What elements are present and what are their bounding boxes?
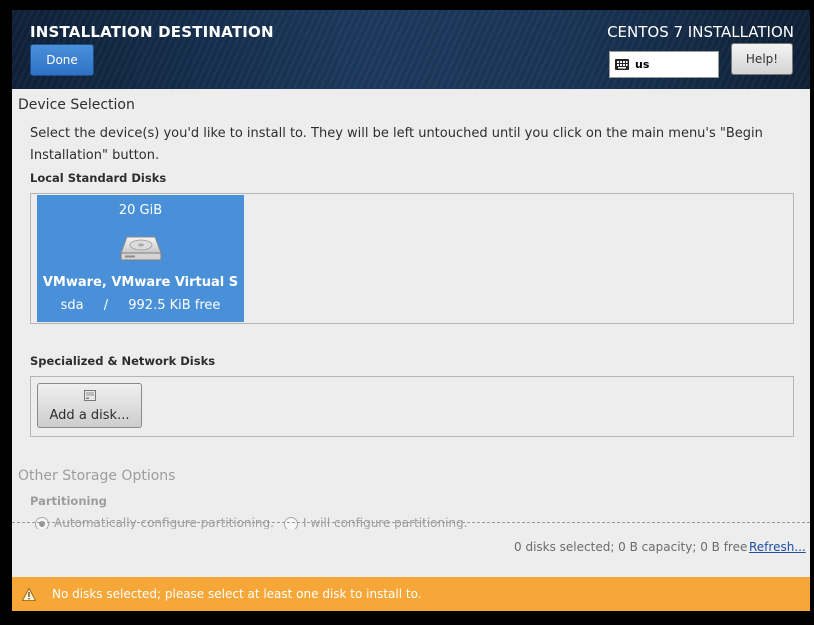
device-selection-title: Device Selection — [18, 97, 135, 113]
disk-free-space: 992.5 KiB free — [128, 298, 221, 313]
warning-text: No disks selected; please select at leas… — [52, 587, 422, 601]
selection-summary: 0 disks selected; 0 B capacity; 0 B free — [514, 540, 748, 554]
refresh-link[interactable]: Refresh... — [749, 540, 806, 554]
keyboard-layout-label: us — [635, 58, 650, 71]
warning-icon — [22, 587, 36, 601]
disk-name: VMware, VMware Virtual S — [42, 275, 239, 290]
done-button[interactable]: Done — [30, 44, 94, 76]
hard-disk-icon — [120, 236, 162, 261]
disk-device: sda — [60, 298, 84, 313]
auto-partition-radio[interactable] — [35, 517, 49, 529]
header-bar: INSTALLATION DESTINATION CENTOS 7 INSTAL… — [12, 10, 810, 89]
other-storage-title: Other Storage Options — [18, 468, 176, 484]
partitioning-label: Partitioning — [30, 494, 107, 508]
disk-info: sda / 992.5 KiB free — [37, 298, 244, 313]
keyboard-icon — [615, 59, 629, 70]
manual-partition-radio[interactable] — [284, 517, 298, 529]
keyboard-layout-indicator[interactable]: us — [609, 51, 719, 78]
local-disks-label: Local Standard Disks — [30, 171, 167, 185]
product-title: CENTOS 7 INSTALLATION — [607, 23, 794, 41]
network-disks-area: Add a disk... — [30, 376, 794, 437]
device-selection-description: Select the device(s) you'd like to insta… — [30, 126, 763, 163]
warning-bar[interactable]: No disks selected; please select at leas… — [12, 577, 810, 611]
scroll-fold-divider — [12, 522, 810, 523]
disk-tile-sda[interactable]: 20 GiB VMware, VMware Virtual S sda / 99… — [37, 195, 244, 322]
installer-window: INSTALLATION DESTINATION CENTOS 7 INSTAL… — [12, 10, 810, 611]
add-disk-button[interactable]: Add a disk... — [37, 383, 142, 428]
network-disks-label: Specialized & Network Disks — [30, 354, 216, 368]
help-button[interactable]: Help! — [731, 43, 793, 75]
add-disk-label: Add a disk... — [49, 408, 130, 423]
disk-size: 20 GiB — [118, 203, 163, 218]
disk-info-separator: / — [103, 298, 109, 313]
add-disk-icon — [84, 390, 96, 401]
local-disks-list: 20 GiB VMware, VMware Virtual S sda / 99… — [30, 193, 794, 324]
page-title: INSTALLATION DESTINATION — [30, 23, 274, 41]
